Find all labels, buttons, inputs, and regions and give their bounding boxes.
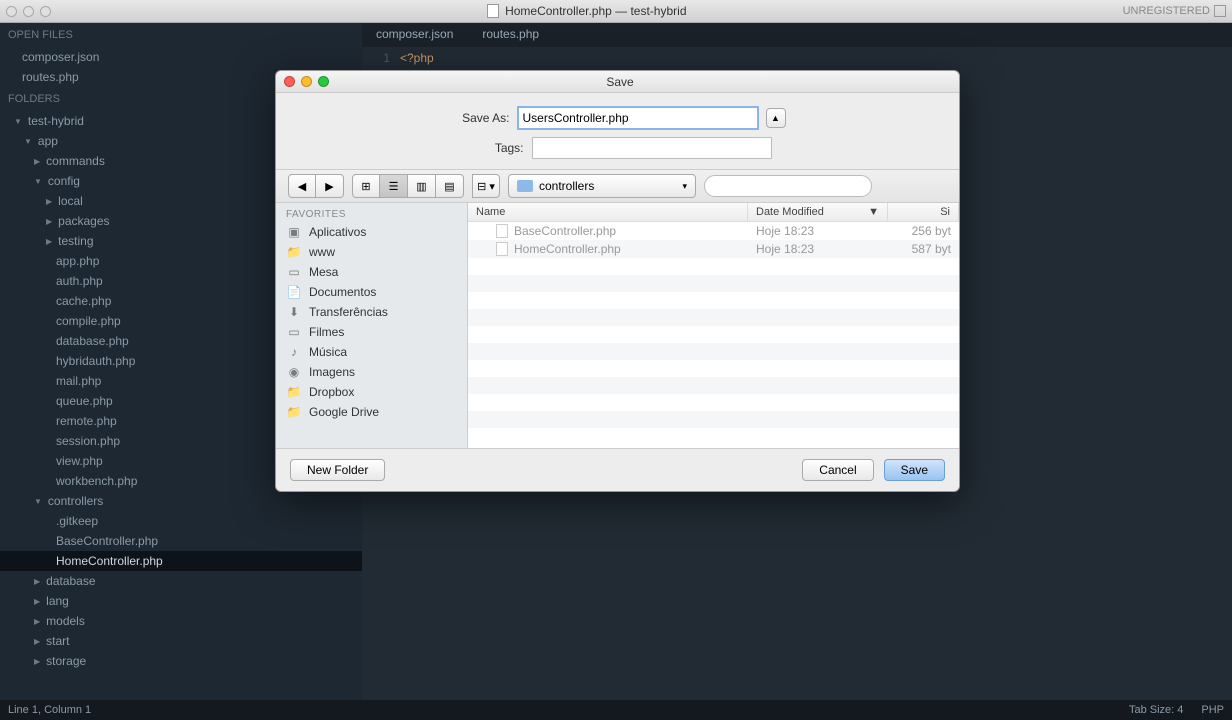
dialog-toolbar: ◀ ▶ ⊞ ☰ ▥ ▤ ⊟ ▾ controllers 🔍 [276,169,959,203]
file-icon [496,224,508,238]
file-item[interactable]: BaseController.php [0,531,362,551]
disclosure-down-icon[interactable]: ▼ [14,117,22,126]
disclosure-down-icon[interactable]: ▼ [24,137,32,146]
language-mode[interactable]: PHP [1201,704,1224,716]
tab-composer[interactable]: composer.json [362,23,468,47]
disclosure-right-icon[interactable]: ▶ [46,237,52,246]
folder-icon: 📁 [286,405,302,419]
traffic-lights [6,6,51,17]
window-title-text: HomeController.php — test-hybrid [505,4,686,18]
downloads-icon: ⬇ [286,305,302,319]
favorite-item[interactable]: ▭Mesa [276,262,467,282]
disclosure-right-icon[interactable]: ▶ [46,197,52,206]
close-window-icon[interactable] [6,6,17,17]
sort-down-icon: ▼ [868,206,879,218]
dropbox-icon: 📁 [286,385,302,399]
column-name[interactable]: Name [468,203,748,221]
minimize-window-icon[interactable] [23,6,34,17]
column-date[interactable]: Date Modified▼ [748,203,888,221]
tab-routes[interactable]: routes.php [468,23,554,47]
tags-input[interactable] [532,137,772,159]
disclosure-toggle-button[interactable]: ▲ [766,108,786,128]
favorite-item[interactable]: ♪Música [276,342,467,362]
favorite-item[interactable]: ⬇Transferências [276,302,467,322]
new-folder-button[interactable]: New Folder [290,459,385,481]
window-title: HomeController.php — test-hybrid [51,4,1123,18]
disclosure-down-icon[interactable]: ▼ [34,497,42,506]
location-popup[interactable]: controllers [508,174,696,198]
desktop-icon: ▭ [286,265,302,279]
cursor-position: Line 1, Column 1 [8,704,91,716]
expand-icon[interactable] [1214,5,1226,17]
disclosure-right-icon[interactable]: ▶ [34,657,40,666]
save-dialog: Save Save As: ▲ Tags: ◀ ▶ ⊞ ☰ ▥ ▤ ⊟ ▾ co… [275,70,960,492]
folder-icon [517,180,533,192]
favorite-item[interactable]: 📁Google Drive [276,402,467,422]
location-label: controllers [539,179,594,193]
arrange-button[interactable]: ⊟ ▾ [472,174,500,198]
disclosure-right-icon[interactable]: ▶ [46,217,52,226]
zoom-window-icon[interactable] [40,6,51,17]
file-icon [496,242,508,256]
file-item[interactable]: .gitkeep [0,511,362,531]
coverflow-view-button[interactable]: ▤ [436,174,464,198]
list-view-button[interactable]: ☰ [380,174,408,198]
icon-view-button[interactable]: ⊞ [352,174,380,198]
open-files-header: OPEN FILES [0,23,362,47]
column-view-button[interactable]: ▥ [408,174,436,198]
unregistered-label: UNREGISTERED [1123,5,1210,17]
folder-item[interactable]: ▶start [0,631,362,651]
disclosure-right-icon[interactable]: ▶ [34,637,40,646]
favorite-item[interactable]: ▭Filmes [276,322,467,342]
disclosure-right-icon[interactable]: ▶ [34,617,40,626]
folder-icon: 📁 [286,245,302,259]
status-bar: Line 1, Column 1 Tab Size: 4 PHP [0,700,1232,720]
folder-controllers[interactable]: ▼controllers [0,491,362,511]
search-input[interactable] [704,175,872,197]
file-list: Name Date Modified▼ Si BaseController.ph… [468,203,959,448]
cancel-button[interactable]: Cancel [802,459,873,481]
favorites-header: FAVORITES [276,203,467,222]
music-icon: ♪ [286,345,302,359]
pictures-icon: ◉ [286,365,302,379]
disclosure-down-icon[interactable]: ▼ [34,177,42,186]
disclosure-right-icon[interactable]: ▶ [34,157,40,166]
favorite-item[interactable]: 📁Dropbox [276,382,467,402]
forward-button[interactable]: ▶ [316,174,344,198]
window-titlebar: HomeController.php — test-hybrid UNREGIS… [0,0,1232,23]
file-row[interactable]: HomeController.php Hoje 18:23 587 byt [468,240,959,258]
list-header: Name Date Modified▼ Si [468,203,959,222]
favorites-sidebar: FAVORITES ▣Aplicativos 📁www ▭Mesa 📄Docum… [276,203,468,448]
dialog-titlebar: Save [276,71,959,93]
applications-icon: ▣ [286,225,302,239]
favorite-item[interactable]: 📄Documentos [276,282,467,302]
disclosure-right-icon[interactable]: ▶ [34,577,40,586]
disclosure-right-icon[interactable]: ▶ [34,597,40,606]
code-line: <?php [400,51,434,65]
document-icon [487,4,499,18]
folder-item[interactable]: ▶database [0,571,362,591]
save-button[interactable]: Save [884,459,945,481]
favorite-item[interactable]: ▣Aplicativos [276,222,467,242]
save-as-input[interactable] [518,107,758,129]
file-row[interactable]: BaseController.php Hoje 18:23 256 byt [468,222,959,240]
documents-icon: 📄 [286,285,302,299]
folder-item[interactable]: ▶storage [0,651,362,671]
tab-size[interactable]: Tab Size: 4 [1129,704,1183,716]
favorite-item[interactable]: 📁www [276,242,467,262]
movies-icon: ▭ [286,325,302,339]
open-file-item[interactable]: composer.json [0,47,362,67]
column-size[interactable]: Si [888,203,959,221]
favorite-item[interactable]: ◉Imagens [276,362,467,382]
tags-label: Tags: [464,141,524,155]
dialog-title: Save [289,75,951,89]
folder-item[interactable]: ▶lang [0,591,362,611]
tab-bar: composer.json routes.php [362,23,1232,47]
folder-item[interactable]: ▶models [0,611,362,631]
file-item-active[interactable]: HomeController.php [0,551,362,571]
back-button[interactable]: ◀ [288,174,316,198]
save-as-label: Save As: [450,111,510,125]
